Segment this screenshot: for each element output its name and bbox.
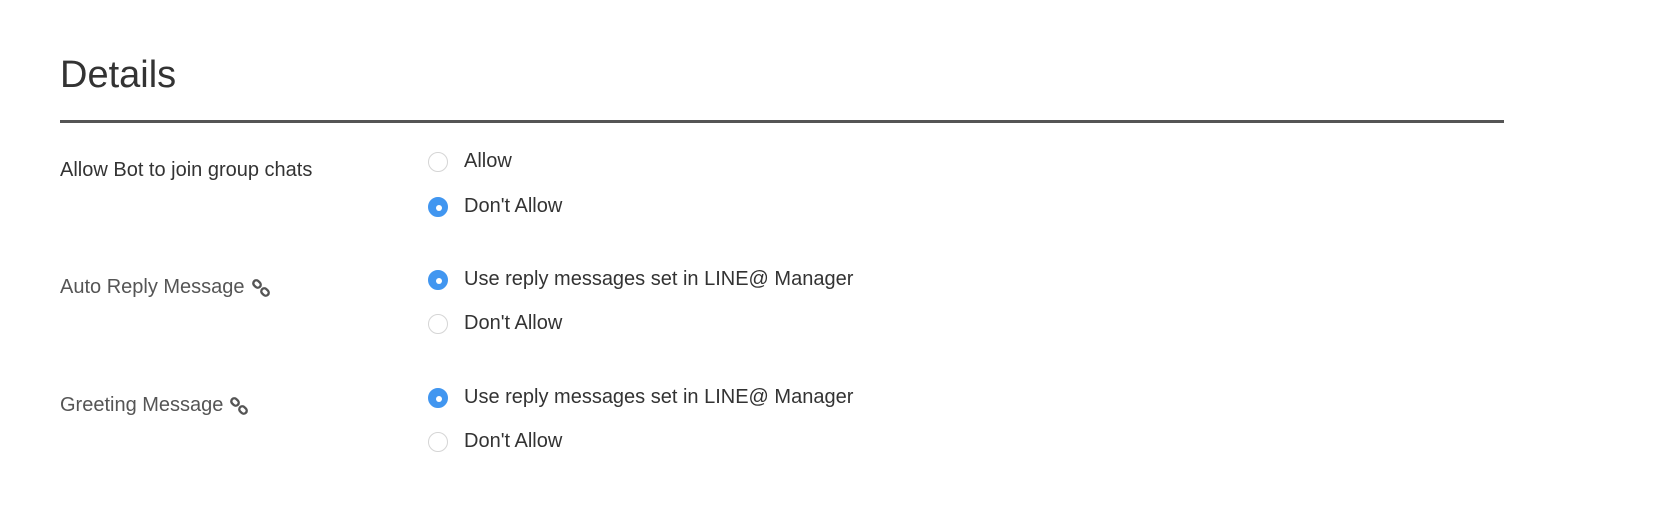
option-label: Use reply messages set in LINE@ Manager (464, 386, 854, 408)
option-label: Don't Allow (464, 312, 563, 334)
option-label: Don't Allow (464, 430, 563, 452)
radio-unchecked[interactable] (428, 313, 448, 334)
setting-label-group-chats: Allow Bot to join group chats (60, 159, 312, 182)
setting-label-text: Allow Bot to join group chats (60, 159, 313, 181)
radio-checked[interactable] (428, 269, 448, 290)
radio-dont-allow-auto[interactable]: Don't Allow (428, 312, 562, 335)
page-title: Details (60, 54, 177, 96)
radio-unchecked[interactable] (428, 151, 448, 172)
setting-label-text: Greeting Message (60, 394, 224, 416)
radio-dont-allow-group[interactable]: Don't Allow (428, 195, 562, 218)
radio-unchecked[interactable] (428, 431, 448, 452)
setting-label-greeting: Greeting Message (60, 394, 249, 417)
radio-dont-allow-greeting[interactable]: Don't Allow (428, 430, 562, 453)
option-label: Allow (464, 150, 512, 172)
radio-checked[interactable] (428, 196, 448, 217)
link-icon[interactable] (229, 396, 249, 416)
radio-use-reply-auto[interactable]: Use reply messages set in LINE@ Manager (428, 268, 853, 291)
radio-allow-group[interactable]: Allow (428, 150, 512, 173)
setting-label-auto-reply: Auto Reply Message (60, 276, 271, 299)
option-label: Use reply messages set in LINE@ Manager (464, 268, 854, 290)
setting-label-text: Auto Reply Message (60, 276, 245, 298)
option-label: Don't Allow (464, 195, 563, 217)
radio-checked[interactable] (428, 387, 448, 408)
link-icon[interactable] (251, 278, 271, 298)
radio-use-reply-greeting[interactable]: Use reply messages set in LINE@ Manager (428, 386, 853, 409)
title-divider (60, 120, 1504, 123)
